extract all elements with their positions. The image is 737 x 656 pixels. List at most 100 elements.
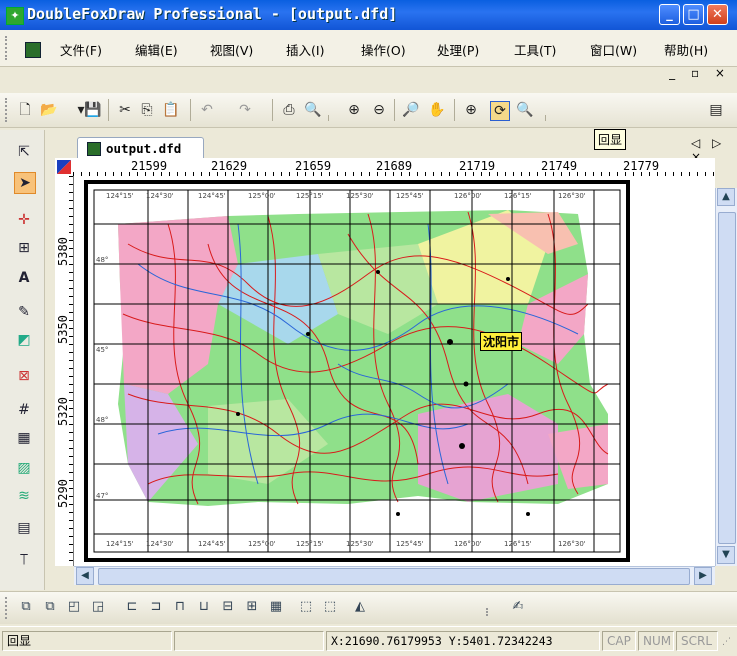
status-scroll-lock: SCRL	[676, 631, 718, 651]
menu-window[interactable]: 窗口(W)	[590, 40, 637, 59]
ruler-label: 5350	[56, 315, 70, 344]
menu-help[interactable]: 帮助(H)	[664, 40, 708, 59]
document-tab[interactable]: output.dfd	[77, 137, 204, 160]
toolbar-grip[interactable]	[5, 597, 11, 619]
topographic-map[interactable]	[88, 184, 626, 558]
cut-icon[interactable]: ✂	[116, 101, 134, 119]
maximize-button[interactable]: □	[683, 4, 704, 25]
tooltip: 回显	[594, 129, 627, 150]
zoom-in-icon[interactable]: ⊕	[345, 101, 363, 119]
resize-grip-icon[interactable]: ⋰	[722, 637, 731, 647]
table-tool-icon[interactable]: ▤	[14, 518, 34, 538]
print-preview-icon[interactable]: 🔍	[304, 101, 322, 119]
latitude-label: 47°	[96, 492, 109, 500]
city-label[interactable]: 沈阳市	[480, 332, 523, 351]
scroll-corner	[715, 566, 737, 584]
undo-icon[interactable]: ↶	[198, 101, 216, 119]
ungroup-icon[interactable]: ⬚	[322, 599, 338, 615]
save-icon[interactable]: 💾	[84, 101, 102, 119]
send-backward-icon[interactable]: ◲	[90, 599, 106, 615]
align-top-icon[interactable]: ⊓	[172, 599, 188, 615]
open-folder-icon[interactable]: 📂	[40, 101, 58, 119]
vertical-scroll-thumb[interactable]	[718, 212, 736, 544]
align-center-h-icon[interactable]: ⊟	[220, 599, 236, 615]
copy-icon[interactable]: ⎘	[138, 101, 156, 119]
node-edit-icon[interactable]: ✛	[14, 210, 34, 230]
fill-tool-icon[interactable]: ≋	[14, 486, 34, 506]
ruler-corner-icon	[57, 160, 71, 174]
align-left-icon[interactable]: ⊏	[124, 599, 140, 615]
longitude-label: 125°45'	[396, 540, 424, 548]
bring-forward-icon[interactable]: ◰	[66, 599, 82, 615]
bring-to-front-icon[interactable]: ⧉	[18, 599, 34, 615]
erase-tool-icon[interactable]: ⊠	[14, 366, 34, 386]
select-arrow-icon[interactable]: ⇱	[14, 142, 34, 162]
align-center-v-icon[interactable]: ⊞	[244, 599, 260, 615]
horizontal-ruler: 21599 21629 21659 21689 21719 21749 2177…	[73, 158, 715, 177]
ruler-label: 21659	[295, 159, 332, 173]
longitude-label: 125°30'	[346, 540, 374, 548]
menu-operate[interactable]: 操作(O)	[361, 40, 406, 59]
new-file-icon[interactable]: 🗋	[16, 101, 34, 119]
zoom-out-icon[interactable]: ⊖	[370, 101, 388, 119]
menu-edit[interactable]: 编辑(E)	[135, 40, 178, 59]
align-tool-icon[interactable]: ⊞	[14, 238, 34, 258]
hatch-tool-icon[interactable]: ▦	[14, 428, 34, 448]
pan-icon[interactable]: ✋	[428, 101, 446, 119]
menu-tools[interactable]: 工具(T)	[514, 40, 556, 59]
redisplay-icon[interactable]: ⟳	[490, 101, 510, 121]
paste-icon[interactable]: 📋	[162, 101, 180, 119]
latitude-label: 48°	[96, 256, 109, 264]
redo-icon[interactable]: ↷	[236, 101, 254, 119]
text-tool-icon[interactable]: A	[14, 268, 34, 288]
toolbar-separator	[108, 99, 109, 121]
polygon-tool-icon[interactable]: ◩	[14, 330, 34, 350]
app-icon[interactable]: ✦	[6, 7, 24, 25]
grid-tool-icon[interactable]: #	[14, 400, 34, 420]
edit-node-icon[interactable]: ✍	[510, 599, 526, 615]
horizontal-scroll-thumb[interactable]	[98, 568, 690, 585]
minimize-button[interactable]: _	[659, 4, 680, 25]
document-icon[interactable]	[25, 42, 41, 58]
zoom-window-icon[interactable]: 🔎	[402, 101, 420, 119]
print-icon[interactable]: ⎙	[280, 101, 298, 119]
status-caps-lock: CAP	[602, 631, 636, 651]
toolbar-overflow[interactable]	[486, 608, 492, 616]
horizontal-scrollbar[interactable]: ◀ ▶	[74, 566, 715, 585]
distribute-icon[interactable]: ▦	[268, 599, 284, 615]
extra-toolbar-icon[interactable]: ▤	[707, 101, 725, 119]
scroll-right-button[interactable]: ▶	[694, 567, 712, 585]
zoom-all-icon[interactable]: 🔍	[516, 101, 534, 119]
align-bottom-icon[interactable]: ⊔	[196, 599, 212, 615]
vertical-scrollbar[interactable]: ▲ ▼	[715, 188, 737, 566]
toolbar-grip[interactable]	[5, 98, 11, 122]
menubar-grip[interactable]	[5, 36, 13, 60]
group-icon[interactable]: ⬚	[298, 599, 314, 615]
longitude-label: 125°15'	[296, 192, 324, 200]
scroll-down-button[interactable]: ▼	[717, 546, 735, 564]
title-bar[interactable]: ✦ DoubleFoxDraw Professional - [output.d…	[0, 0, 737, 30]
toolbar-separator	[394, 99, 395, 121]
zoom-extent-icon[interactable]: ⊕	[462, 101, 480, 119]
menu-view[interactable]: 视图(V)	[210, 40, 253, 59]
menu-file[interactable]: 文件(F)	[60, 40, 102, 59]
scroll-left-button[interactable]: ◀	[76, 567, 94, 585]
status-coordinates: X:21690.76179953 Y:5401.72342243	[326, 631, 600, 651]
mdi-controls[interactable]: _ ▫ ×	[669, 66, 731, 80]
menu-insert[interactable]: 插入(I)	[286, 40, 324, 59]
align-right-icon[interactable]: ⊐	[148, 599, 164, 615]
ruler-corner[interactable]	[55, 158, 73, 176]
image-tool-icon[interactable]: ▨	[14, 458, 34, 478]
pointer-tool-icon[interactable]: ➤	[14, 172, 36, 194]
ruler-label: 21689	[376, 159, 413, 173]
send-to-back-icon[interactable]: ⧉	[42, 599, 58, 615]
toolbar-overflow[interactable]	[328, 115, 329, 121]
toolbar-overflow[interactable]	[545, 115, 546, 121]
map-frame[interactable]: 124°15' 124°30' 124°45' 125°00' 125°15' …	[84, 180, 630, 562]
mirror-icon[interactable]: ◭	[352, 599, 368, 615]
menu-process[interactable]: 处理(P)	[437, 40, 479, 59]
dimension-tool-icon[interactable]: ⟙	[14, 550, 34, 570]
close-button[interactable]: ✕	[707, 4, 728, 25]
draw-line-icon[interactable]: ✎	[14, 302, 34, 322]
scroll-up-button[interactable]: ▲	[717, 188, 735, 206]
